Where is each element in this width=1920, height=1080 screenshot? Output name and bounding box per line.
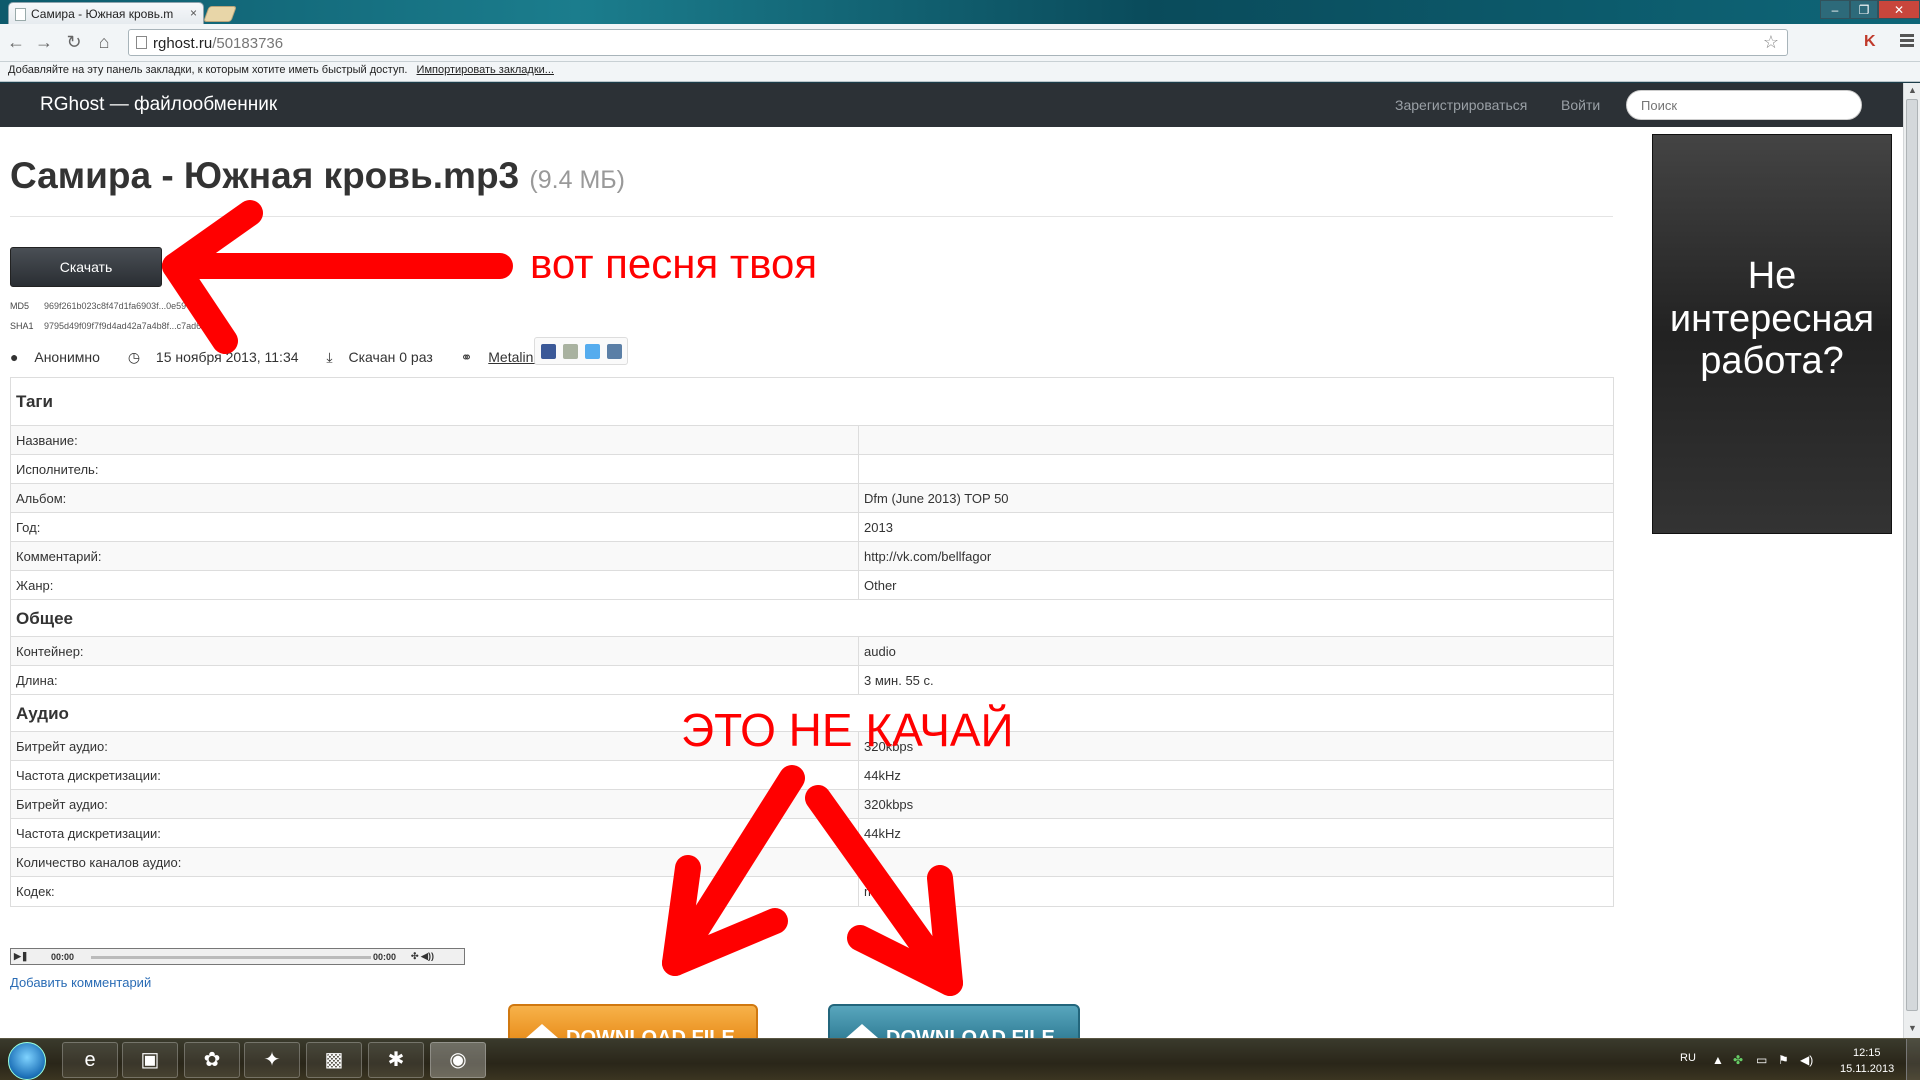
page-scrollbar[interactable]: ▲ ▼ bbox=[1903, 83, 1920, 1038]
app-icon[interactable]: ✿ bbox=[184, 1042, 240, 1078]
scroll-down-icon[interactable]: ▼ bbox=[1908, 1023, 1917, 1033]
url-host: rghost.ru bbox=[153, 35, 213, 52]
volume-tray-icon[interactable]: ◀) bbox=[1800, 1053, 1813, 1067]
home-icon[interactable]: ⌂ bbox=[94, 32, 114, 53]
show-desktop-button[interactable] bbox=[1906, 1039, 1920, 1080]
bookmarks-bar: Добавляйте на эту панель закладки, к кот… bbox=[0, 62, 1920, 82]
new-tab-button[interactable] bbox=[203, 6, 237, 22]
tab-close-icon[interactable]: × bbox=[190, 6, 197, 20]
annotation-arrows bbox=[162, 200, 963, 996]
start-button[interactable] bbox=[8, 1042, 46, 1080]
page-viewport: RGhost — файлообменник Зарегистрироватьс… bbox=[0, 83, 1903, 1038]
tray-expand-icon[interactable]: ▲ bbox=[1712, 1053, 1724, 1067]
clock-time[interactable]: 12:15 bbox=[1853, 1047, 1881, 1059]
window-titlebar: Самира - Южная кровь.m × – ❐ ✕ bbox=[0, 0, 1920, 24]
url-path: /50183736 bbox=[212, 35, 284, 52]
save-disk-icon[interactable]: ▣ bbox=[122, 1042, 178, 1078]
kaspersky-extension-icon[interactable]: K bbox=[1864, 33, 1876, 51]
browser-toolbar: ← → ↻ ⌂ rghost.ru/50183736 ☆ bbox=[0, 24, 1920, 62]
network-icon[interactable]: ▭ bbox=[1756, 1053, 1767, 1067]
page-icon bbox=[136, 36, 147, 49]
address-bar[interactable]: rghost.ru/50183736 ☆ bbox=[128, 29, 1788, 56]
utorrent-icon[interactable]: ✱ bbox=[368, 1042, 424, 1078]
back-icon[interactable]: ← bbox=[6, 32, 26, 53]
scroll-up-icon[interactable]: ▲ bbox=[1908, 85, 1917, 95]
minimize-button[interactable]: – bbox=[1820, 0, 1850, 19]
windows-taskbar: e ▣ ✿ ✦ ▩ ✱ ◉ RU ▲ ✤ ▭ ⚑ ◀) 12:15 15.11.… bbox=[0, 1038, 1920, 1080]
minecraft-icon[interactable]: ▩ bbox=[306, 1042, 362, 1078]
page-favicon-icon bbox=[15, 8, 26, 21]
scroll-thumb[interactable] bbox=[1906, 99, 1918, 1011]
flag-icon[interactable]: ⚑ bbox=[1778, 1053, 1789, 1067]
ie-icon[interactable]: e bbox=[62, 1042, 118, 1078]
reload-icon[interactable]: ↻ bbox=[64, 32, 84, 53]
browser-tab[interactable]: Самира - Южная кровь.m × bbox=[8, 2, 204, 24]
maximize-button[interactable]: ❐ bbox=[1850, 0, 1878, 19]
bookmarks-hint: Добавляйте на эту панель закладки, к кот… bbox=[8, 64, 408, 76]
close-window-button[interactable]: ✕ bbox=[1878, 0, 1920, 19]
chrome-menu-icon[interactable] bbox=[1900, 34, 1914, 49]
annotation-this-song: вот песня твоя bbox=[530, 240, 818, 287]
forward-icon[interactable]: → bbox=[34, 32, 54, 53]
game-icon[interactable]: ✦ bbox=[244, 1042, 300, 1078]
annotation-dont-download: ЭТО НЕ КАЧАЙ bbox=[681, 704, 1014, 756]
language-indicator[interactable]: RU bbox=[1680, 1052, 1696, 1064]
import-bookmarks-link[interactable]: Импортировать закладки... bbox=[417, 64, 554, 76]
clock-date[interactable]: 15.11.2013 bbox=[1840, 1063, 1894, 1075]
chrome-icon[interactable]: ◉ bbox=[430, 1042, 486, 1078]
bookmark-star-icon[interactable]: ☆ bbox=[1763, 32, 1779, 53]
tray-app-icon[interactable]: ✤ bbox=[1733, 1053, 1743, 1067]
tab-title: Самира - Южная кровь.m bbox=[31, 7, 174, 21]
